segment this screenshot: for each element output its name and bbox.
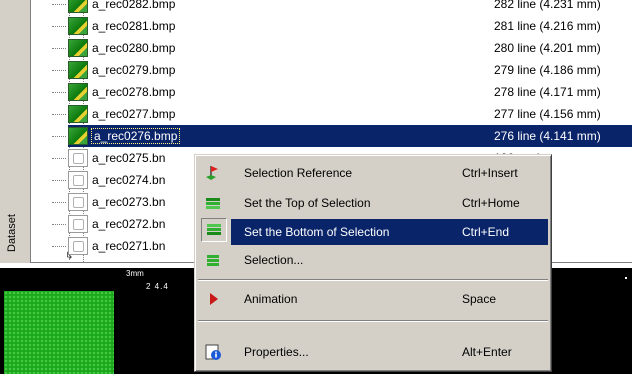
file-list-row[interactable]: a_rec0282.bmp 282 line (4.231 mm) xyxy=(52,0,632,15)
checked-icon-frame xyxy=(201,218,227,242)
preview-ruler-value: 2 4.4 xyxy=(146,282,169,291)
file-list-row[interactable]: a_rec0279.bmp 279 line (4.186 mm) xyxy=(52,59,632,81)
file-name: a_rec0275.bn xyxy=(92,151,166,165)
menu-item-label: Properties... xyxy=(244,345,309,359)
file-name: a_rec0278.bmp xyxy=(92,85,176,99)
properties-icon xyxy=(205,344,221,360)
file-list-row[interactable]: a_rec0280.bmp 280 line (4.201 mm) xyxy=(52,37,632,59)
tree-branch-line xyxy=(52,48,66,50)
play-arrow-icon xyxy=(210,293,218,305)
file-line-info: 281 line (4.216 mm) xyxy=(494,19,601,33)
file-name: a_rec0272.bn xyxy=(92,217,166,231)
color-image-icon xyxy=(68,127,88,145)
file-line-info: 279 line (4.186 mm) xyxy=(494,63,601,77)
color-image-icon xyxy=(68,39,88,57)
menu-item-selection-reference[interactable]: Selection Reference Ctrl+Insert xyxy=(198,160,548,186)
tree-branch-line xyxy=(52,4,66,6)
color-image-icon xyxy=(68,105,88,123)
tree-branch-line xyxy=(52,70,66,72)
tree-branch-line xyxy=(52,246,66,248)
file-name: a_rec0280.bmp xyxy=(92,41,176,55)
file-list-row[interactable]: a_rec0277.bmp 277 line (4.156 mm) xyxy=(52,103,632,125)
menu-separator xyxy=(198,320,548,322)
menu-item-label: Animation xyxy=(244,292,298,306)
file-name: a_rec0281.bmp xyxy=(92,19,176,33)
color-image-icon xyxy=(68,0,88,13)
preview-marker xyxy=(625,277,627,279)
menu-item-set-bottom[interactable]: Set the Bottom of Selection Ctrl+End xyxy=(231,219,548,245)
file-list-row[interactable]: a_rec0278.bmp 278 line (4.171 mm) xyxy=(52,81,632,103)
file-line-info: 282 line (4.231 mm) xyxy=(494,0,601,11)
file-name: a_rec0274.bn xyxy=(92,173,166,187)
tree-branch-line xyxy=(52,224,66,226)
tree-branch-line xyxy=(52,180,66,182)
color-image-icon xyxy=(68,17,88,35)
dataset-label: Dataset xyxy=(6,214,18,252)
file-line-info: 276 line (4.141 mm) xyxy=(494,129,601,143)
tree-branch-line xyxy=(52,26,66,28)
menu-item-label: Set the Bottom of Selection xyxy=(244,225,390,239)
menu-item-shortcut: Ctrl+Insert xyxy=(462,166,518,180)
menu-item-shortcut: Space xyxy=(462,292,497,306)
file-name: a_rec0273.bn xyxy=(92,195,166,209)
tree-branch-line xyxy=(52,136,66,138)
menu-item-label: Selection Reference xyxy=(244,166,353,180)
color-image-icon xyxy=(68,61,88,79)
dataset-panel-strip: Dataset xyxy=(0,0,28,262)
file-name: a_rec0282.bmp xyxy=(92,0,176,11)
ghost-image-icon xyxy=(68,171,88,189)
file-name: a_rec0276.bmp xyxy=(90,128,181,144)
ghost-image-icon xyxy=(68,149,88,167)
menu-item-shortcut: Alt+Enter xyxy=(462,345,512,359)
layers-bottom-icon xyxy=(207,224,221,235)
tree-branch-line xyxy=(52,202,66,204)
menu-item-shortcut: Ctrl+Home xyxy=(462,196,520,210)
file-list-row[interactable]: a_rec0281.bmp 281 line (4.216 mm) xyxy=(52,15,632,37)
tree-branch-line xyxy=(52,114,66,116)
ghost-image-icon xyxy=(68,215,88,233)
file-line-info: 280 line (4.201 mm) xyxy=(494,41,601,55)
menu-item-shortcut: Ctrl+End xyxy=(462,225,510,239)
context-menu: Selection Reference Ctrl+Insert Set the … xyxy=(194,154,552,372)
file-line-info: 278 line (4.171 mm) xyxy=(494,85,601,99)
file-name: a_rec0279.bmp xyxy=(92,63,176,77)
file-line-info: 277 line (4.156 mm) xyxy=(494,107,601,121)
menu-item-animation[interactable]: Animation Space xyxy=(198,286,548,312)
menu-item-label: Selection... xyxy=(244,253,304,267)
menu-separator xyxy=(198,279,548,281)
file-list-row[interactable]: a_rec0276.bmp 276 line (4.141 mm) xyxy=(52,125,632,147)
red-flag-icon xyxy=(206,166,218,180)
menu-item-properties[interactable]: Properties... Alt+Enter xyxy=(198,339,548,365)
color-image-icon xyxy=(68,83,88,101)
menu-item-selection[interactable]: Selection... xyxy=(198,247,548,273)
file-name: a_rec0277.bmp xyxy=(92,107,176,121)
tree-branch-line xyxy=(52,158,66,160)
ghost-image-icon xyxy=(68,193,88,211)
file-name: a_rec0271.bn xyxy=(92,239,166,253)
preview-thumbnail xyxy=(4,291,114,374)
menu-item-set-top[interactable]: Set the Top of Selection Ctrl+Home xyxy=(198,190,548,216)
ghost-image-icon xyxy=(68,237,88,255)
preview-ruler-label: 3mm xyxy=(126,269,144,278)
menu-item-label: Set the Top of Selection xyxy=(244,196,371,210)
layers-icon xyxy=(207,255,219,266)
tree-branch-line xyxy=(52,92,66,94)
layers-top-icon xyxy=(206,198,220,209)
